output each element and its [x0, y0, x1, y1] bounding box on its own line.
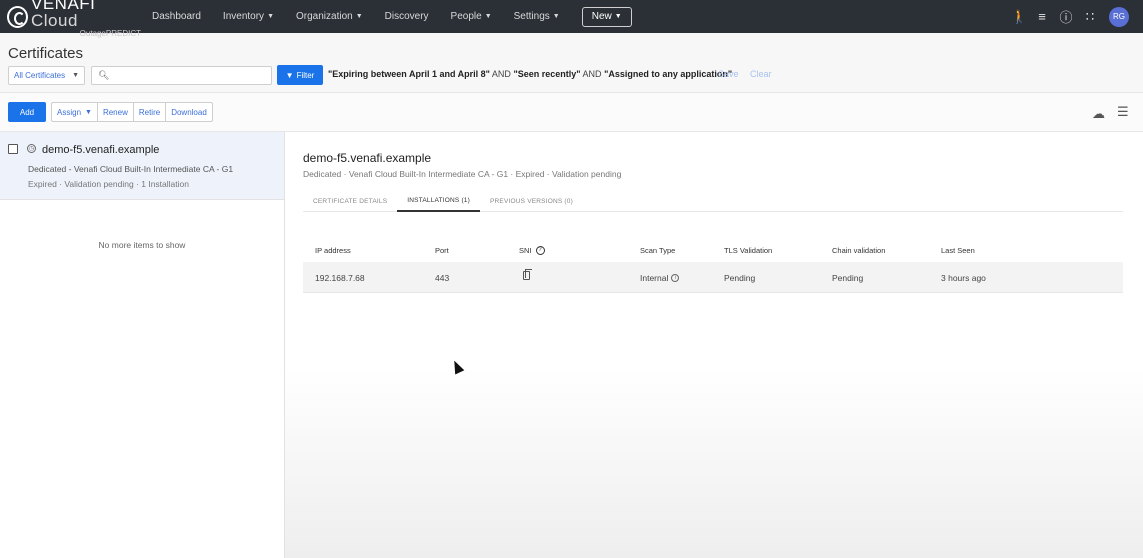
certificate-list: ◷ demo-f5.venafi.example Dedicated - Ven… [0, 132, 285, 558]
chevron-down-icon: ▼ [484, 13, 492, 20]
cell-last-seen: 3 hours ago [941, 273, 986, 283]
tasks-icon[interactable]: ≡ [1035, 9, 1049, 24]
tab-certificate-details[interactable]: CERTIFICATE DETAILS [303, 190, 397, 212]
help-icon[interactable]: ? [535, 245, 545, 255]
select-checkbox[interactable] [8, 144, 18, 154]
certificate-status: Expired · Validation pending · 1 Install… [28, 179, 189, 189]
column-header-sni: SNI? [519, 245, 545, 255]
chevron-down-icon: ▼ [72, 72, 79, 79]
help-icon[interactable]: ⓘ [1059, 7, 1073, 26]
nav-item-discovery[interactable]: Discovery [385, 11, 429, 22]
retire-button[interactable]: Retire [134, 103, 167, 121]
search-input[interactable]: 🔍︎ [91, 66, 272, 85]
user-avatar[interactable]: RG [1109, 6, 1129, 27]
expired-clock-icon: ◷ [27, 144, 36, 153]
cell-ip: 192.168.7.68 [315, 273, 365, 283]
tab-installations[interactable]: INSTALLATIONS (1) [397, 190, 480, 212]
list-view-icon[interactable]: ☰ [1117, 104, 1129, 120]
column-header-chain-validation: Chain validation [832, 245, 886, 255]
assign-button[interactable]: Assign ▼ [52, 103, 98, 121]
nav-item-inventory[interactable]: Inventory ▼ [223, 11, 274, 22]
walkthrough-icon[interactable]: 🚶 [1011, 9, 1027, 25]
download-button[interactable]: Download [166, 103, 212, 121]
brand-cloud: Cloud [30, 11, 78, 30]
clear-filter-link[interactable]: Clear [750, 69, 772, 79]
column-header-last-seen: Last Seen [941, 245, 975, 255]
cell-chain-validation: Pending [832, 273, 864, 283]
list-item[interactable]: ◷ demo-f5.venafi.example Dedicated - Ven… [0, 132, 284, 200]
nav-item-organization[interactable]: Organization ▼ [296, 11, 363, 22]
column-header-ip: IP address [315, 245, 351, 255]
cell-scan-type: Internal i [640, 273, 680, 283]
cell-port: 443 [435, 273, 450, 283]
chevron-down-icon: ▼ [85, 108, 92, 116]
brand-logo[interactable]: VENAFI Cloud OutagePREDICT [7, 0, 141, 38]
nav-item-settings[interactable]: Settings ▼ [514, 11, 560, 22]
add-button[interactable]: Add [8, 102, 46, 122]
detail-subtitle: Dedicated · Venafi Cloud Built-In Interm… [303, 169, 622, 179]
table-row[interactable]: 192.168.7.68 443 Internal i Pending Pendi… [303, 262, 1123, 293]
cloud-upload-icon[interactable]: ☁ [1092, 106, 1105, 122]
detail-title: demo-f5.venafi.example [303, 151, 432, 165]
filter-icon: ▼ [285, 70, 294, 80]
search-icon: 🔍︎ [98, 70, 110, 80]
brand-subtitle: OutagePREDICT [79, 29, 141, 38]
renew-button[interactable]: Renew [98, 103, 134, 121]
nav-menu: Dashboard Inventory ▼ Organization ▼ Disco… [152, 6, 632, 27]
certificate-issuer: Dedicated - Venafi Cloud Built-In Interm… [28, 164, 234, 174]
column-header-port: Port [435, 245, 449, 255]
save-filter-link[interactable]: Save [718, 69, 739, 79]
page-title: Certificates [8, 45, 84, 62]
certificate-detail-panel: demo-f5.venafi.example Dedicated · Venaf… [285, 132, 1143, 558]
chevron-down-icon: ▼ [267, 13, 274, 20]
certificate-name: demo-f5.venafi.example [42, 144, 160, 156]
detail-tabs: CERTIFICATE DETAILS INSTALLATIONS (1) PR… [303, 190, 1123, 212]
active-filter-expression: "Expiring between April 1 and April 8" A… [328, 69, 733, 79]
info-icon[interactable]: i [671, 274, 680, 282]
certificate-scope-select[interactable]: All Certificates ▼ [8, 66, 85, 85]
copy-icon[interactable] [523, 269, 532, 280]
column-header-scan-type: Scan Type [640, 245, 676, 255]
list-end-message: No more items to show [98, 240, 186, 250]
installations-table-header: IP address Port SNI? Scan Type TLS Valid… [303, 240, 1123, 260]
tab-previous-versions[interactable]: PREVIOUS VERSIONS (0) [480, 190, 583, 212]
apps-grid-icon[interactable]: ∷ [1083, 9, 1097, 25]
cell-sni [523, 269, 532, 280]
filter-button[interactable]: ▼ Filter [277, 65, 323, 85]
column-header-tls-validation: TLS Validation [724, 245, 773, 255]
chevron-down-icon: ▼ [552, 13, 560, 20]
nav-item-dashboard[interactable]: Dashboard [152, 11, 201, 22]
chevron-down-icon: ▼ [614, 13, 622, 20]
nav-item-people[interactable]: People ▼ [451, 11, 492, 22]
venafi-logo-icon [7, 5, 28, 28]
cell-tls-validation: Pending [724, 273, 756, 283]
certificate-actions-group: Assign ▼ Renew Retire Download [51, 102, 213, 122]
nav-right-actions: 🚶 ≡ ⓘ ∷ RG [1001, 0, 1129, 33]
chevron-down-icon: ▼ [355, 13, 363, 20]
top-navigation: VENAFI Cloud OutagePREDICT Dashboard Inv… [0, 0, 1143, 38]
new-button[interactable]: New ▼ [581, 6, 632, 27]
